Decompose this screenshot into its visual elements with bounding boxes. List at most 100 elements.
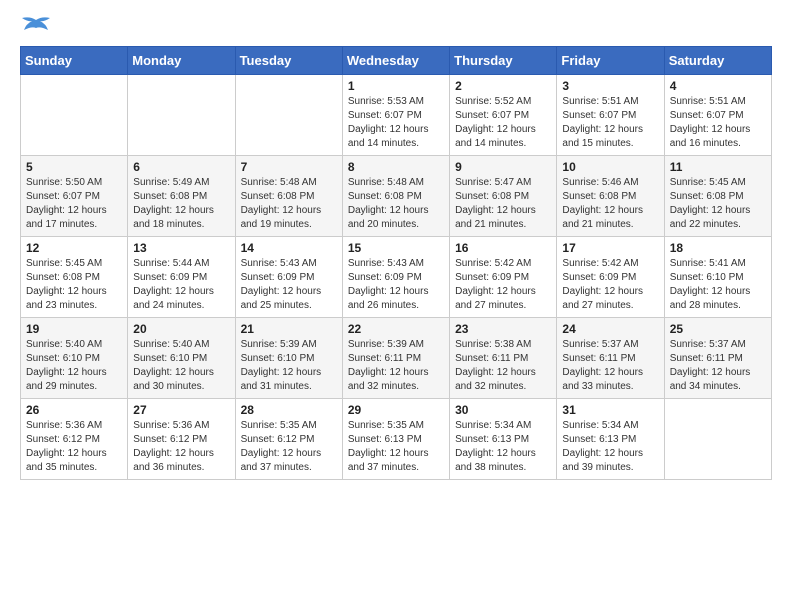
weekday-header: Saturday xyxy=(664,47,771,75)
calendar-day-cell: 28Sunrise: 5:35 AMSunset: 6:12 PMDayligh… xyxy=(235,399,342,480)
day-number: 5 xyxy=(26,160,122,174)
day-info: Sunrise: 5:39 AMSunset: 6:11 PMDaylight:… xyxy=(348,338,444,394)
day-info: Sunrise: 5:50 AMSunset: 6:07 PMDaylight:… xyxy=(26,176,122,232)
day-number: 29 xyxy=(348,403,444,417)
calendar-day-cell: 14 Sunrise: 5:43 AMSunset: 6:09 PMDayligh… xyxy=(235,237,342,318)
calendar-week-row: 19 Sunrise: 5:40 AMSunset: 6:10 PMDayligh… xyxy=(21,318,772,399)
calendar-day-cell: 4 Sunrise: 5:51 AMSunset: 6:07 PMDaylight… xyxy=(664,75,771,156)
weekday-header: Sunday xyxy=(21,47,128,75)
day-number: 10 xyxy=(562,160,658,174)
day-info: Sunrise: 5:39 AMSunset: 6:10 PMDaylight:… xyxy=(241,338,337,394)
day-info: Sunrise: 5:48 AMSunset: 6:08 PMDaylight:… xyxy=(241,176,337,232)
calendar-day-cell: 24Sunrise: 5:37 AMSunset: 6:11 PMDayligh… xyxy=(557,318,664,399)
calendar-table: SundayMondayTuesdayWednesdayThursdayFrid… xyxy=(20,46,772,480)
calendar-day-cell xyxy=(235,75,342,156)
calendar-day-cell: 5 Sunrise: 5:50 AMSunset: 6:07 PMDaylight… xyxy=(21,156,128,237)
day-number: 31 xyxy=(562,403,658,417)
day-info: Sunrise: 5:51 AMSunset: 6:07 PMDaylight:… xyxy=(562,95,658,151)
day-info: Sunrise: 5:40 AMSunset: 6:10 PMDaylight:… xyxy=(133,338,229,394)
weekday-header: Wednesday xyxy=(342,47,449,75)
calendar-day-cell xyxy=(128,75,235,156)
day-info: Sunrise: 5:46 AMSunset: 6:08 PMDaylight:… xyxy=(562,176,658,232)
day-info: Sunrise: 5:34 AMSunset: 6:13 PMDaylight:… xyxy=(562,419,658,475)
day-number: 27 xyxy=(133,403,229,417)
day-info: Sunrise: 5:51 AMSunset: 6:07 PMDaylight:… xyxy=(670,95,766,151)
day-number: 9 xyxy=(455,160,551,174)
calendar-day-cell: 9 Sunrise: 5:47 AMSunset: 6:08 PMDaylight… xyxy=(450,156,557,237)
calendar-day-cell: 19 Sunrise: 5:40 AMSunset: 6:10 PMDayligh… xyxy=(21,318,128,399)
day-number: 26 xyxy=(26,403,122,417)
calendar-day-cell: 20 Sunrise: 5:40 AMSunset: 6:10 PMDayligh… xyxy=(128,318,235,399)
day-info: Sunrise: 5:37 AMSunset: 6:11 PMDaylight:… xyxy=(670,338,766,394)
day-info: Sunrise: 5:53 AMSunset: 6:07 PMDaylight:… xyxy=(348,95,444,151)
day-info: Sunrise: 5:36 AMSunset: 6:12 PMDaylight:… xyxy=(133,419,229,475)
weekday-header: Tuesday xyxy=(235,47,342,75)
day-number: 1 xyxy=(348,79,444,93)
calendar-day-cell: 11 Sunrise: 5:45 AMSunset: 6:08 PMDayligh… xyxy=(664,156,771,237)
day-number: 25 xyxy=(670,322,766,336)
day-number: 15 xyxy=(348,241,444,255)
day-number: 18 xyxy=(670,241,766,255)
calendar-day-cell: 6Sunrise: 5:49 AMSunset: 6:08 PMDaylight… xyxy=(128,156,235,237)
day-info: Sunrise: 5:35 AMSunset: 6:13 PMDaylight:… xyxy=(348,419,444,475)
day-info: Sunrise: 5:48 AMSunset: 6:08 PMDaylight:… xyxy=(348,176,444,232)
calendar-week-row: 12Sunrise: 5:45 AMSunset: 6:08 PMDayligh… xyxy=(21,237,772,318)
day-info: Sunrise: 5:36 AMSunset: 6:12 PMDaylight:… xyxy=(26,419,122,475)
day-number: 7 xyxy=(241,160,337,174)
calendar-day-cell: 22 Sunrise: 5:39 AMSunset: 6:11 PMDayligh… xyxy=(342,318,449,399)
day-number: 22 xyxy=(348,322,444,336)
calendar-day-cell: 2 Sunrise: 5:52 AMSunset: 6:07 PMDaylight… xyxy=(450,75,557,156)
calendar-day-cell: 13 Sunrise: 5:44 AMSunset: 6:09 PMDayligh… xyxy=(128,237,235,318)
day-number: 14 xyxy=(241,241,337,255)
logo xyxy=(20,20,50,36)
weekday-header: Thursday xyxy=(450,47,557,75)
day-number: 19 xyxy=(26,322,122,336)
calendar-day-cell: 8 Sunrise: 5:48 AMSunset: 6:08 PMDaylight… xyxy=(342,156,449,237)
day-info: Sunrise: 5:40 AMSunset: 6:10 PMDaylight:… xyxy=(26,338,122,394)
calendar-day-cell: 7 Sunrise: 5:48 AMSunset: 6:08 PMDaylight… xyxy=(235,156,342,237)
day-info: Sunrise: 5:43 AMSunset: 6:09 PMDaylight:… xyxy=(348,257,444,313)
calendar-day-cell: 12Sunrise: 5:45 AMSunset: 6:08 PMDayligh… xyxy=(21,237,128,318)
calendar-day-cell: 30 Sunrise: 5:34 AMSunset: 6:13 PMDayligh… xyxy=(450,399,557,480)
day-number: 17 xyxy=(562,241,658,255)
calendar-day-cell: 29 Sunrise: 5:35 AMSunset: 6:13 PMDayligh… xyxy=(342,399,449,480)
day-number: 11 xyxy=(670,160,766,174)
day-number: 16 xyxy=(455,241,551,255)
day-number: 2 xyxy=(455,79,551,93)
calendar-day-cell xyxy=(664,399,771,480)
calendar-day-cell: 18Sunrise: 5:41 AMSunset: 6:10 PMDayligh… xyxy=(664,237,771,318)
day-info: Sunrise: 5:52 AMSunset: 6:07 PMDaylight:… xyxy=(455,95,551,151)
calendar-day-cell: 17 Sunrise: 5:42 AMSunset: 6:09 PMDayligh… xyxy=(557,237,664,318)
calendar-day-cell: 21 Sunrise: 5:39 AMSunset: 6:10 PMDayligh… xyxy=(235,318,342,399)
calendar-day-cell: 1 Sunrise: 5:53 AMSunset: 6:07 PMDaylight… xyxy=(342,75,449,156)
day-number: 8 xyxy=(348,160,444,174)
day-number: 21 xyxy=(241,322,337,336)
day-info: Sunrise: 5:43 AMSunset: 6:09 PMDaylight:… xyxy=(241,257,337,313)
logo-bird-icon xyxy=(22,16,50,36)
day-number: 20 xyxy=(133,322,229,336)
day-number: 4 xyxy=(670,79,766,93)
weekday-header: Friday xyxy=(557,47,664,75)
calendar-week-row: 1 Sunrise: 5:53 AMSunset: 6:07 PMDaylight… xyxy=(21,75,772,156)
day-number: 12 xyxy=(26,241,122,255)
day-number: 28 xyxy=(241,403,337,417)
day-info: Sunrise: 5:49 AMSunset: 6:08 PMDaylight:… xyxy=(133,176,229,232)
calendar-day-cell: 3Sunrise: 5:51 AMSunset: 6:07 PMDaylight… xyxy=(557,75,664,156)
calendar-day-cell: 25 Sunrise: 5:37 AMSunset: 6:11 PMDayligh… xyxy=(664,318,771,399)
day-info: Sunrise: 5:45 AMSunset: 6:08 PMDaylight:… xyxy=(670,176,766,232)
calendar-day-cell: 16 Sunrise: 5:42 AMSunset: 6:09 PMDayligh… xyxy=(450,237,557,318)
day-info: Sunrise: 5:34 AMSunset: 6:13 PMDaylight:… xyxy=(455,419,551,475)
calendar-day-cell: 10 Sunrise: 5:46 AMSunset: 6:08 PMDayligh… xyxy=(557,156,664,237)
day-info: Sunrise: 5:47 AMSunset: 6:08 PMDaylight:… xyxy=(455,176,551,232)
calendar-day-cell: 31 Sunrise: 5:34 AMSunset: 6:13 PMDayligh… xyxy=(557,399,664,480)
calendar-day-cell: 15 Sunrise: 5:43 AMSunset: 6:09 PMDayligh… xyxy=(342,237,449,318)
day-info: Sunrise: 5:42 AMSunset: 6:09 PMDaylight:… xyxy=(562,257,658,313)
page-header xyxy=(20,20,772,36)
day-number: 30 xyxy=(455,403,551,417)
day-number: 13 xyxy=(133,241,229,255)
day-info: Sunrise: 5:44 AMSunset: 6:09 PMDaylight:… xyxy=(133,257,229,313)
day-info: Sunrise: 5:42 AMSunset: 6:09 PMDaylight:… xyxy=(455,257,551,313)
calendar-day-cell: 26 Sunrise: 5:36 AMSunset: 6:12 PMDayligh… xyxy=(21,399,128,480)
weekday-header: Monday xyxy=(128,47,235,75)
day-number: 24 xyxy=(562,322,658,336)
